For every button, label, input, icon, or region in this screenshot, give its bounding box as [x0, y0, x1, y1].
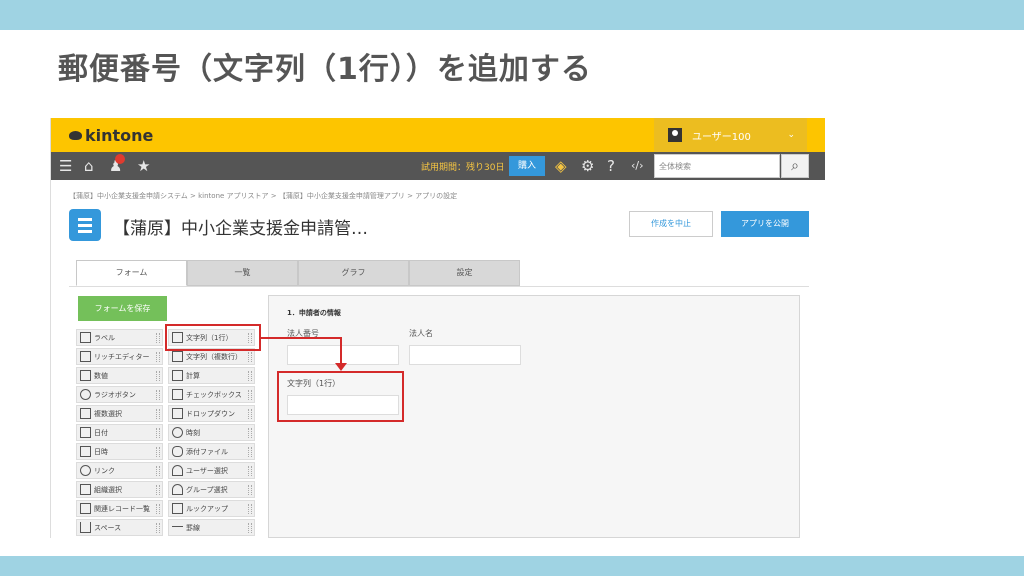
gear-icon[interactable]: ⚙: [581, 157, 594, 175]
kintone-logo-icon: [69, 131, 82, 140]
palette-item-multi-select[interactable]: 複数選択: [76, 405, 163, 422]
datetime-icon: [80, 446, 91, 457]
tab-list[interactable]: 一覧: [187, 260, 298, 286]
palette-item-time[interactable]: 時刻: [168, 424, 255, 441]
palette-item-lookup[interactable]: ルックアップ: [168, 500, 255, 517]
palette-item-label[interactable]: ラベル: [76, 329, 163, 346]
cancel-creation-button[interactable]: 作成を中止: [629, 211, 713, 237]
group-label: 1．申請者の情報: [287, 309, 341, 317]
top-decor-band: [0, 0, 1024, 30]
link-icon: [80, 465, 91, 476]
palette-item-date[interactable]: 日付: [76, 424, 163, 441]
palette-item-link[interactable]: リンク: [76, 462, 163, 479]
save-form-button[interactable]: フォームを保存: [78, 296, 167, 321]
kintone-logo-text: kintone: [85, 126, 154, 145]
dropdown-icon: [172, 408, 183, 419]
radio-icon: [80, 389, 91, 400]
settings-tabs: フォーム 一覧 グラフ 設定: [76, 260, 520, 286]
label-icon: [80, 332, 91, 343]
app-list-icon: [69, 209, 101, 241]
palette-item-radio[interactable]: ラジオボタン: [76, 386, 163, 403]
user-select-icon: [172, 465, 183, 476]
kintone-screenshot: kintone ユーザー100 ⌄ ☰ ⌂ ♟ ★ 試用期間：残り30日 購入 …: [50, 118, 825, 538]
lookup-icon: [172, 503, 183, 514]
border-line-icon: [172, 526, 183, 535]
palette-item-rich-editor[interactable]: リッチエディター: [76, 348, 163, 365]
star-icon[interactable]: ★: [137, 157, 150, 175]
palette-item-related-records[interactable]: 関連レコード一覧: [76, 500, 163, 517]
field-corp-name-input[interactable]: [409, 345, 521, 365]
chevron-down-icon: ⌄: [787, 130, 795, 140]
palette-item-attachment[interactable]: 添付ファイル: [168, 443, 255, 460]
field-corp-number-input[interactable]: [287, 345, 399, 365]
space-icon: [80, 522, 91, 533]
avatar-icon: [668, 128, 682, 142]
palette-item-number[interactable]: 数値: [76, 367, 163, 384]
arrow-head-icon: [335, 363, 347, 371]
app-title: 【蒲原】中小企業支援金申請管…: [113, 219, 368, 239]
highlight-added-field: [277, 371, 404, 422]
user-name: ユーザー100: [692, 131, 751, 143]
palette-item-calc[interactable]: 計算: [168, 367, 255, 384]
text-multi-icon: [172, 351, 183, 362]
highlight-palette-text-single: [165, 324, 261, 351]
checkbox-icon: [172, 389, 183, 400]
date-icon: [80, 427, 91, 438]
rich-editor-icon: [80, 351, 91, 362]
number-icon: [80, 370, 91, 381]
beginner-mark-icon[interactable]: ◈: [555, 157, 567, 175]
tab-settings[interactable]: 設定: [409, 260, 520, 286]
tab-graph[interactable]: グラフ: [298, 260, 409, 286]
bottom-decor-band: [0, 556, 1024, 576]
palette-item-datetime[interactable]: 日時: [76, 443, 163, 460]
tab-form[interactable]: フォーム: [76, 260, 187, 286]
nav-bar: ☰ ⌂ ♟ ★ 試用期間：残り30日 購入 ◈ ⚙ ? ‹/› 全体検索 ⌕: [51, 152, 825, 180]
palette-item-space[interactable]: スペース: [76, 519, 163, 536]
menu-icon[interactable]: ☰: [59, 157, 72, 175]
global-search-input[interactable]: 全体検索: [654, 154, 780, 178]
kintone-logo[interactable]: kintone: [69, 126, 153, 145]
user-menu[interactable]: ユーザー100 ⌄: [654, 118, 807, 152]
kintone-header: kintone ユーザー100 ⌄: [51, 118, 825, 152]
palette-item-org-select[interactable]: 組織選択: [76, 481, 163, 498]
palette-item-checkbox[interactable]: チェックボックス: [168, 386, 255, 403]
publish-app-button[interactable]: アプリを公開: [721, 211, 809, 237]
help-icon[interactable]: ?: [607, 157, 615, 175]
clock-icon: [172, 427, 183, 438]
breadcrumb[interactable]: 【蒲原】中小企業支援金申請システム > kintone アプリストア > 【蒲原…: [69, 191, 457, 201]
palette-item-user-select[interactable]: ユーザー選択: [168, 462, 255, 479]
multi-select-icon: [80, 408, 91, 419]
slide-title: 郵便番号（文字列（1行））を追加する: [58, 52, 592, 87]
related-records-icon: [80, 503, 91, 514]
arrow-line-horizontal: [261, 337, 341, 339]
group-select-icon: [172, 484, 183, 495]
calc-icon: [172, 370, 183, 381]
notification-badge: [115, 154, 125, 164]
field-label-corp-name: 法人名: [409, 329, 433, 338]
trial-period-text: 試用期間：残り30日: [421, 163, 505, 173]
org-select-icon: [80, 484, 91, 495]
palette-item-border-line[interactable]: 罫線: [168, 519, 255, 536]
palette-item-dropdown[interactable]: ドロップダウン: [168, 405, 255, 422]
palette-item-group-select[interactable]: グループ選択: [168, 481, 255, 498]
search-icon[interactable]: ⌕: [781, 154, 809, 178]
buy-button[interactable]: 購入: [509, 156, 545, 176]
dev-icon[interactable]: ‹/›: [631, 157, 644, 175]
home-icon[interactable]: ⌂: [84, 157, 94, 175]
attachment-icon: [172, 446, 183, 457]
